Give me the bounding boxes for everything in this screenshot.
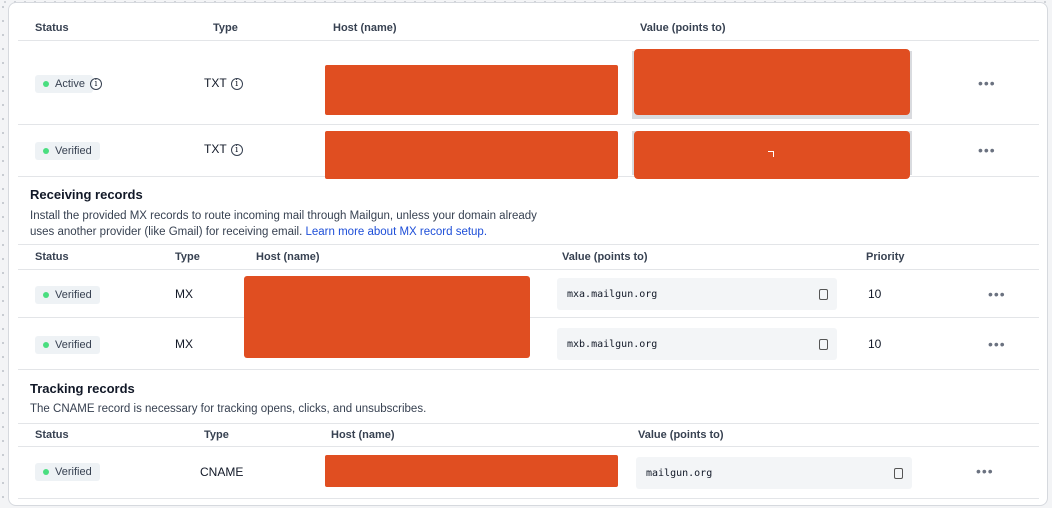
header-value: Value (points to) — [638, 429, 724, 441]
more-actions-icon[interactable]: ••• — [976, 463, 994, 479]
background-dots — [0, 0, 6, 508]
tracking-table-header: Status Type Host (name) Value (points to… — [18, 423, 1039, 447]
header-status: Status — [35, 251, 69, 263]
header-status: Status — [35, 429, 69, 441]
info-icon[interactable]: i — [90, 78, 102, 90]
info-icon[interactable]: i — [230, 143, 243, 156]
table-row: Active i TXT i ••• — [18, 41, 1039, 125]
copy-icon[interactable] — [816, 339, 828, 354]
record-type: TXT i — [204, 76, 243, 90]
redacted-host — [325, 131, 618, 179]
tracking-section-title: Tracking records — [30, 381, 135, 396]
priority-value: 10 — [868, 287, 882, 301]
header-value: Value (points to) — [562, 251, 648, 263]
header-type: Type — [204, 429, 229, 441]
status-dot — [43, 81, 49, 87]
value-text: mxa.mailgun.org — [567, 289, 658, 300]
status-label: Verified — [55, 145, 92, 157]
copy-icon[interactable] — [816, 289, 828, 304]
redacted-host — [325, 65, 618, 115]
status-badge: Verified — [35, 336, 100, 354]
redacted-host — [325, 455, 618, 487]
value-text: mxb.mailgun.org — [567, 339, 658, 350]
header-type: Type — [213, 21, 238, 34]
priority-value: 10 — [868, 337, 882, 351]
redacted-value — [634, 131, 910, 179]
receiving-table-header: Status Type Host (name) Value (points to… — [18, 244, 1039, 270]
status-dot — [43, 148, 49, 154]
status-dot — [43, 292, 49, 298]
dns-records-card: Status Type Host (name) Value (points to… — [8, 2, 1048, 506]
header-value: Value (points to) — [640, 21, 726, 34]
tracking-section-desc: The CNAME record is necessary for tracki… — [30, 403, 427, 415]
header-type: Type — [175, 251, 200, 263]
status-badge: Verified — [35, 142, 100, 160]
status-label: Active — [55, 78, 85, 90]
status-label: Verified — [55, 289, 92, 301]
header-host: Host (name) — [333, 21, 397, 34]
cursor-mark — [768, 151, 774, 157]
record-type: MX — [175, 287, 193, 301]
table-row: Verified TXT i ••• — [18, 125, 1039, 179]
header-status: Status — [35, 21, 69, 34]
receiving-section-title: Receiving records — [30, 187, 143, 202]
status-dot — [43, 342, 49, 348]
record-type: MX — [175, 337, 193, 351]
redacted-host — [244, 276, 530, 358]
value-text: mailgun.org — [646, 468, 713, 479]
header-host: Host (name) — [256, 251, 320, 263]
record-type: TXT i — [204, 142, 243, 156]
more-actions-icon[interactable]: ••• — [978, 75, 996, 91]
more-actions-icon[interactable]: ••• — [988, 286, 1006, 302]
more-actions-icon[interactable]: ••• — [988, 336, 1006, 352]
table-row: Verified CNAME mailgun.org ••• — [18, 447, 1039, 499]
header-priority: Priority — [866, 251, 905, 263]
receiving-section-desc: Install the provided MX records to route… — [30, 208, 550, 240]
copy-icon[interactable] — [891, 468, 903, 483]
record-type: CNAME — [200, 465, 244, 479]
status-badge: Active — [35, 75, 93, 93]
value-field[interactable]: mxa.mailgun.org — [557, 278, 837, 310]
sending-table-header: Status Type Host (name) Value (points to… — [18, 15, 1039, 41]
status-label: Verified — [55, 466, 92, 478]
record-type-label: TXT — [204, 76, 227, 90]
info-icon[interactable]: i — [230, 77, 243, 90]
record-type-label: TXT — [204, 142, 227, 156]
value-field[interactable]: mailgun.org — [636, 457, 912, 489]
more-actions-icon[interactable]: ••• — [978, 142, 996, 158]
mx-learn-more-link[interactable]: Learn more about MX record setup. — [305, 226, 487, 238]
status-badge: Verified — [35, 463, 100, 481]
value-field[interactable]: mxb.mailgun.org — [557, 328, 837, 360]
status-dot — [43, 469, 49, 475]
redacted-value — [634, 49, 910, 115]
header-host: Host (name) — [331, 429, 395, 441]
status-badge: Verified — [35, 286, 100, 304]
status-label: Verified — [55, 339, 92, 351]
